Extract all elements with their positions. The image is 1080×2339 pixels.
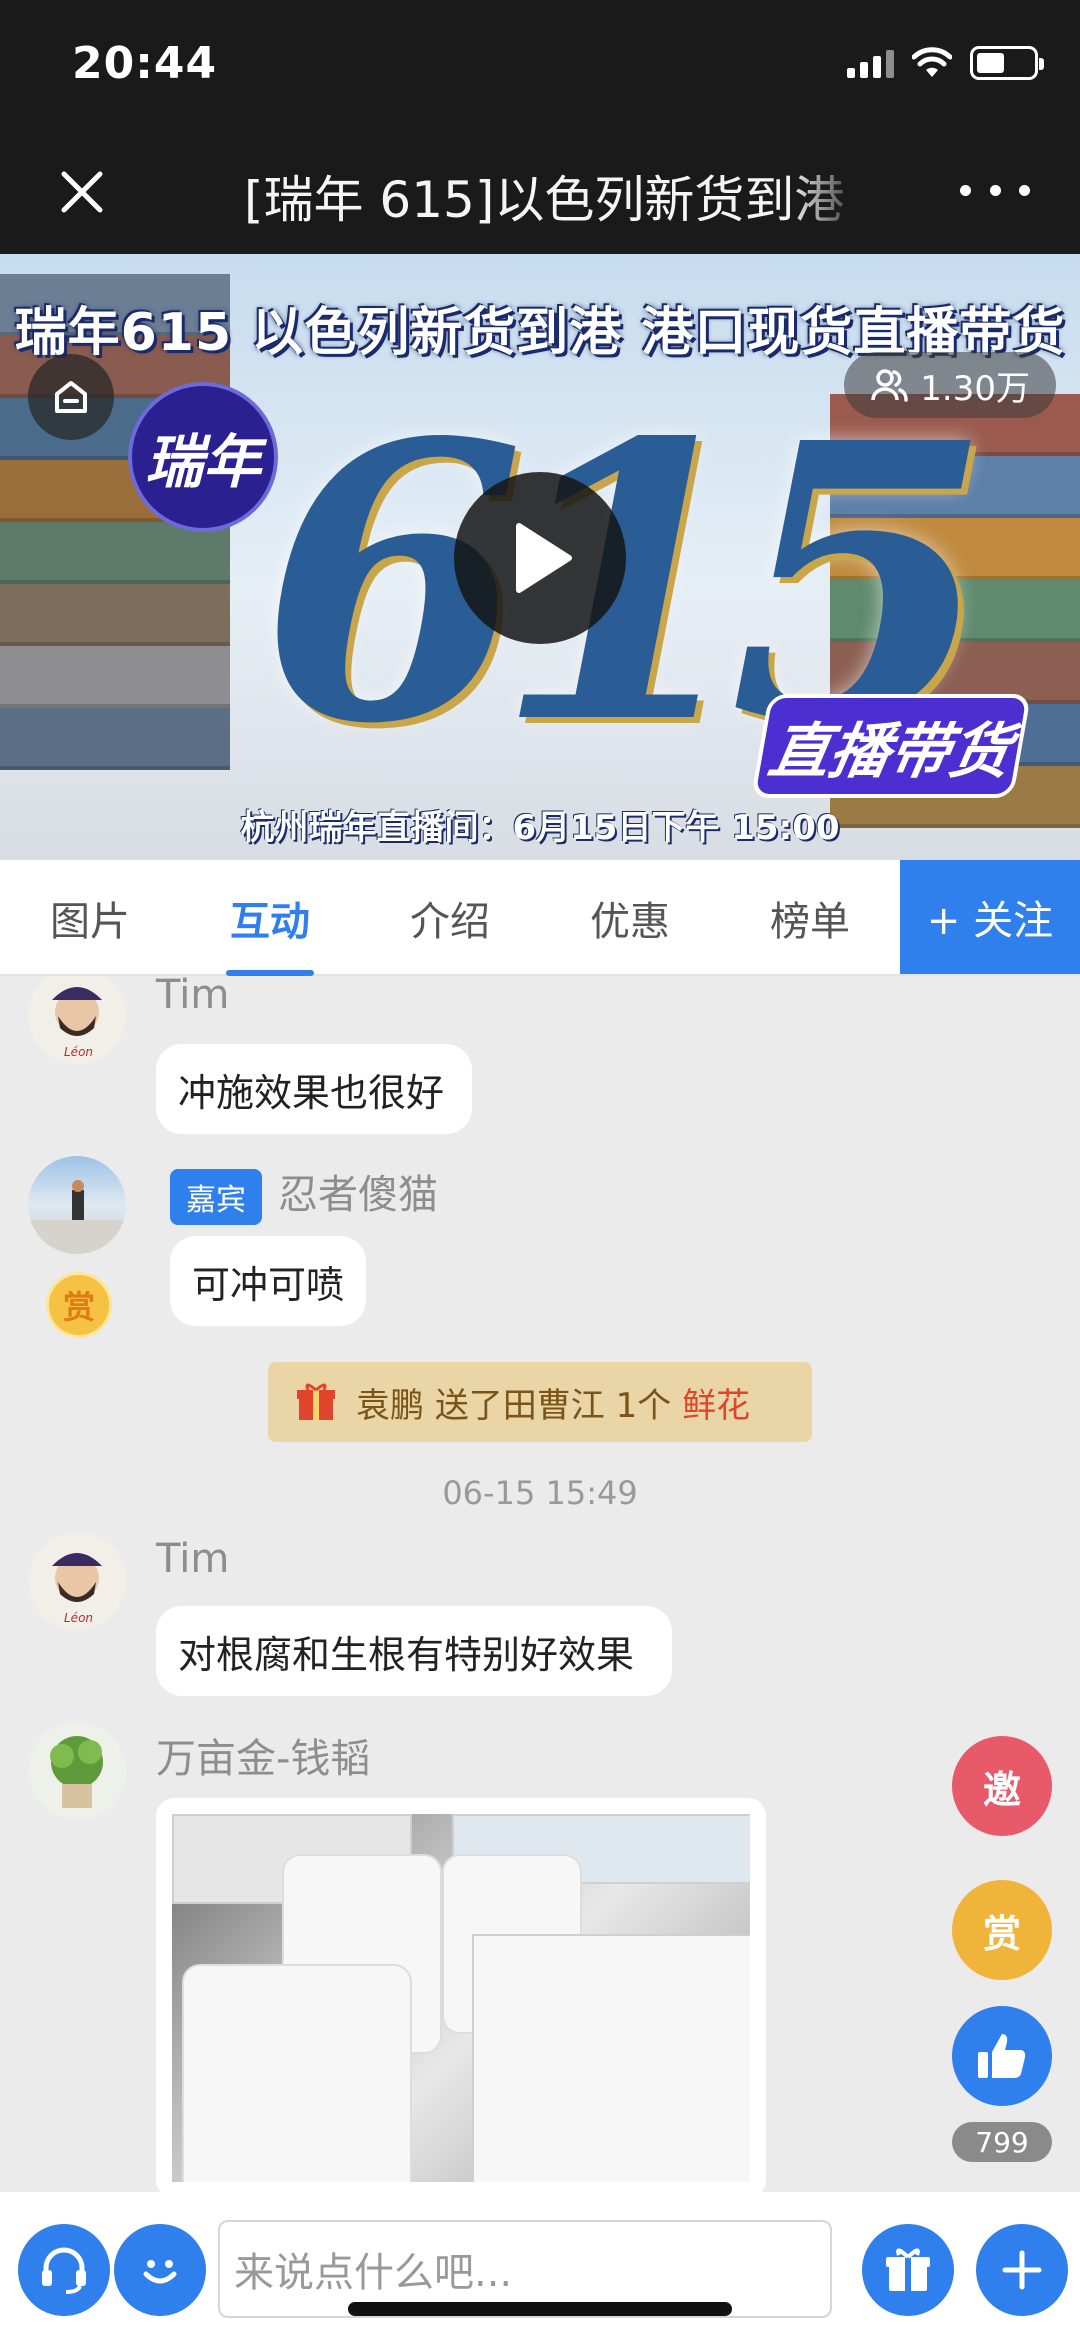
avatar[interactable]: Léon [28,976,126,1064]
thumbs-up-icon [978,2034,1026,2078]
viewer-count-value: 1.30万 [920,368,1030,409]
username: 嘉宾 忍者傻猫 [170,1162,438,1225]
tab-offers[interactable]: 优惠 [540,860,720,976]
play-button[interactable] [454,472,626,644]
more-options-icon[interactable] [960,170,1030,210]
gift-sender: 袁鹏 [356,1385,424,1426]
svg-text:Léon: Léon [64,1611,93,1625]
page-title: [瑞年 615]以色列新货到港 港 [244,171,864,229]
message-bubble: 可冲可喷 [170,1236,366,1326]
smiley-icon [143,2260,177,2284]
avatar[interactable] [28,1722,126,1820]
brand-badge: 瑞年 [128,382,278,532]
viewer-count: 1.30万 [844,352,1056,418]
banner-subtitle: 杭州瑞年直播间：6月15日下午 15:00 [240,808,840,848]
people-icon [871,369,909,402]
avatar[interactable]: Léon [28,1532,126,1630]
home-button[interactable] [28,354,114,440]
emoji-button[interactable] [114,2224,206,2316]
live-badge: 直播带货 [750,694,1032,798]
tab-bar: 图片 互动 介绍 优惠 榜单 + 关注 [0,860,1080,976]
title-bar: [瑞年 615]以色列新货到港 港 [0,130,1080,254]
chat-feed[interactable]: Léon Tim 冲施效果也很好 赏 嘉宾 忍者傻猫 可冲可喷 袁鹏 送了田曹江 … [0,976,1080,2192]
like-count: 799 [952,2122,1052,2162]
svg-text:Léon: Léon [64,1045,93,1059]
plus-icon [1002,2250,1042,2290]
close-icon[interactable] [50,160,114,224]
wifi-icon [912,47,952,77]
battery-icon [970,46,1044,80]
gift-icon [297,1383,335,1420]
gift-action: 送了田曹江 1个 [434,1385,672,1426]
customer-service-button[interactable] [18,2224,110,2316]
avatar[interactable] [28,1156,126,1254]
status-bar: 20:44 [0,0,1080,130]
follow-button[interactable]: + 关注 [900,860,1080,974]
status-time: 20:44 [72,38,218,89]
guest-tag: 嘉宾 [170,1169,262,1225]
username: Tim [156,976,230,1018]
cellular-signal-icon [847,48,894,78]
timestamp: 06-15 15:49 [442,1474,638,1512]
bottom-input-bar: 来说点什么吧... [0,2192,1080,2339]
play-icon [516,523,572,593]
live-video-banner[interactable]: 瑞年615 以色列新货到港 港口现货直播带货 615 瑞年 直播带货 杭州瑞年直… [0,254,1080,860]
gift-notice: 袁鹏 送了田曹江 1个 鲜花 [268,1362,812,1442]
reward-button[interactable]: 赏 [952,1880,1052,1980]
gift-button[interactable] [862,2224,954,2316]
username: 万亩金-钱韬 [156,1736,371,1782]
home-indicator [348,2302,732,2316]
tab-intro[interactable]: 介绍 [360,860,540,976]
username: Tim [156,1536,230,1582]
reward-badge: 赏 [46,1272,112,1338]
username-text: 忍者傻猫 [278,1172,438,1218]
status-icons [847,46,1044,80]
gift-item: 鲜花 [682,1385,751,1426]
invite-button[interactable]: 邀 [952,1736,1052,1836]
tab-pictures[interactable]: 图片 [0,860,180,976]
tab-ranking[interactable]: 榜单 [720,860,900,976]
message-bubble: 对根腐和生根有特别好效果 [156,1606,672,1696]
add-button[interactable] [976,2224,1068,2316]
gift-box-icon [886,2248,930,2291]
headset-icon [42,2247,86,2294]
tab-interaction[interactable]: 互动 [180,860,360,976]
product-photo [172,1814,750,2182]
image-message[interactable] [156,1798,766,2192]
like-button[interactable] [952,2006,1052,2106]
message-bubble: 冲施效果也很好 [156,1044,472,1134]
home-icon [55,381,87,413]
